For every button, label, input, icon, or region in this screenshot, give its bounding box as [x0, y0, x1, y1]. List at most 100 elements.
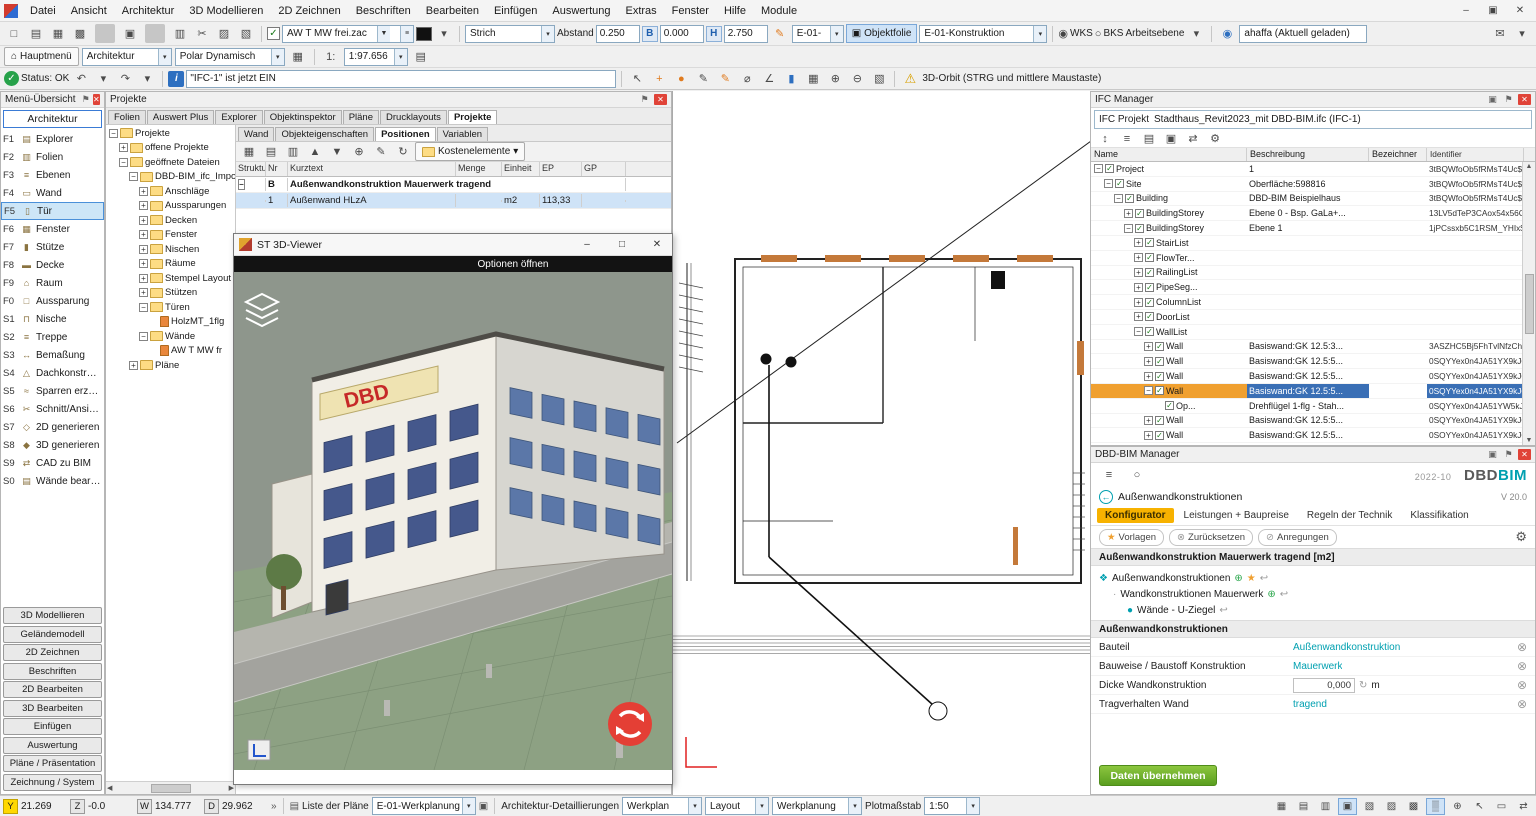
ifc-tree-row[interactable]: + ✓ ColumnList: [1091, 295, 1535, 310]
sidebar-item-fenster[interactable]: F6 ▦ Fenster: [1, 220, 104, 238]
sidebar-item-tuer[interactable]: F5 ▯ Tür: [1, 202, 104, 220]
tree-item[interactable]: + offene Projekte: [106, 141, 235, 156]
abstand-input[interactable]: 0.250: [596, 25, 640, 43]
copy-icon[interactable]: ▨: [214, 24, 234, 43]
column-header[interactable]: Bezeichner: [1369, 148, 1427, 161]
3d-scene[interactable]: DBD: [234, 272, 672, 770]
pin-icon[interactable]: ⚑: [1502, 449, 1515, 460]
refresh-icon[interactable]: ↻: [1359, 680, 1367, 691]
menu-3d-modellieren[interactable]: 3D Modellieren: [182, 3, 270, 19]
save-all-icon[interactable]: ▩: [70, 24, 90, 43]
tree-expand-icon[interactable]: +: [139, 288, 148, 297]
color-dropdown-icon[interactable]: ▾: [434, 24, 454, 43]
tree-filter-icon[interactable]: ▤: [1139, 129, 1159, 148]
page-icon[interactable]: ▤: [411, 47, 431, 66]
tree-item[interactable]: + Decken: [106, 213, 235, 228]
ifc-tree-row[interactable]: + ✓ Wall Basiswand:GK 12.5:5... 0SQYYex0…: [1091, 414, 1535, 429]
minimize-button[interactable]: –: [1454, 3, 1478, 19]
checkbox-icon[interactable]: ✓: [1145, 327, 1154, 336]
viewer-minimize-button[interactable]: –: [572, 234, 602, 255]
sidebar-item-bemassung[interactable]: S3 ↔ Bemaßung: [1, 346, 104, 364]
scroll-up-icon[interactable]: ▲: [1526, 163, 1533, 170]
remove-icon[interactable]: ⊗: [1517, 697, 1527, 711]
warning-icon[interactable]: ⚠: [900, 69, 920, 88]
tree-expand-icon[interactable]: +: [1144, 372, 1153, 381]
gear-icon[interactable]: ⚙: [1515, 529, 1527, 545]
snap-mode-combo[interactable]: Polar Dynamisch ▾: [175, 48, 285, 66]
add-icon[interactable]: ⊕: [1234, 573, 1242, 584]
arbeitsebene-dropdown-icon[interactable]: ▾: [1186, 24, 1206, 43]
raster-icon[interactable]: ▦: [1272, 798, 1291, 815]
mail-icon[interactable]: ✉: [1490, 24, 1510, 43]
ifc-tree-row[interactable]: + ✓ Wall Basiswand:GK 12.5:3... 3ASZHC5B…: [1091, 340, 1535, 355]
rows-icon[interactable]: ▨: [1382, 798, 1401, 815]
menu-fenster[interactable]: Fenster: [665, 3, 716, 19]
sidebar-item-dachkonstruktion[interactable]: S4 △ Dachkonstrukt...: [1, 364, 104, 382]
folie-combo[interactable]: E-01-Konstruktion ▾: [919, 25, 1047, 43]
sidebar-item-nische[interactable]: S1 ⊓ Nische: [1, 310, 104, 328]
category-beschriften[interactable]: Beschriften: [3, 663, 102, 680]
dropdown-icon[interactable]: ▼: [377, 26, 390, 42]
undo-dropdown-icon[interactable]: ▾: [93, 69, 113, 88]
tree-level-icon[interactable]: ≡: [1117, 129, 1137, 148]
menu-datei[interactable]: Datei: [23, 3, 63, 19]
tree-expand-icon[interactable]: −: [139, 303, 148, 312]
panel-close-icon[interactable]: ✕: [654, 94, 667, 105]
viewer-title-bar[interactable]: ST 3D-Viewer – □ ✕: [234, 234, 672, 256]
snap-point-icon[interactable]: ●: [671, 69, 691, 88]
pin-icon[interactable]: ⚑: [638, 94, 651, 105]
vorlagen-button[interactable]: ★ Vorlagen: [1099, 529, 1164, 546]
tab-projekte[interactable]: Projekte: [448, 110, 498, 124]
tree-expand-icon[interactable]: +: [1134, 298, 1143, 307]
tree-item[interactable]: + Nischen: [106, 242, 235, 257]
tree-expand-icon[interactable]: +: [139, 187, 148, 196]
viewer-maximize-button[interactable]: □: [607, 234, 637, 255]
checkbox-icon[interactable]: ✓: [1145, 312, 1154, 321]
tree-expand-icon[interactable]: +: [1144, 416, 1153, 425]
dropdown-icon[interactable]: ▾: [541, 26, 554, 42]
expand-all-icon[interactable]: ▦: [239, 142, 259, 161]
list-icon[interactable]: ≡: [400, 26, 413, 42]
tree-expand-icon[interactable]: −: [1104, 179, 1113, 188]
collapse-icon[interactable]: −: [238, 179, 245, 190]
drawing-canvas[interactable]: [672, 91, 1090, 795]
ifc-tree-row[interactable]: + ✓ Wall Basiswand:GK 12.5:5... 0SQYYex0…: [1091, 369, 1535, 384]
user-combo[interactable]: ahaffa (Aktuell geladen): [1239, 25, 1367, 43]
ifc-tree-row[interactable]: − ✓ Building DBD-BIM Beispielhaus 3tBQWf…: [1091, 192, 1535, 207]
draw-pencil-icon[interactable]: ✎: [693, 69, 713, 88]
sidebar-item-ebenen[interactable]: F3 ≡ Ebenen: [1, 166, 104, 184]
sidebar-item-stuetze[interactable]: F7 ▮ Stütze: [1, 238, 104, 256]
scrollbar-thumb[interactable]: [1525, 274, 1534, 334]
tree-expand-icon[interactable]: +: [139, 201, 148, 210]
position-item-row[interactable]: 1 Außenwand HLzA m2 113,33: [236, 193, 671, 209]
werkplan-combo[interactable]: Werkplan ▾: [622, 797, 702, 815]
search-icon[interactable]: ○: [1127, 466, 1147, 485]
redo-icon[interactable]: ↷: [115, 69, 135, 88]
dropdown-icon[interactable]: ▾: [271, 49, 284, 65]
frame2-icon[interactable]: ▭: [1492, 798, 1511, 815]
menu-einfuegen[interactable]: Einfügen: [487, 3, 544, 19]
architektur-mode-button[interactable]: Architektur: [3, 110, 102, 128]
config-tree-item[interactable]: ● Wände - U-Ziegel ↩: [1099, 602, 1527, 618]
ifc-tree-row[interactable]: − ✓ Wall Basiswand:GK 12.5:5... 0SQYYex0…: [1091, 384, 1535, 399]
menu-module[interactable]: Module: [754, 3, 804, 19]
config-tree-item[interactable]: ❖ Außenwandkonstruktionen ⊕ ★ ↩: [1099, 570, 1527, 586]
remove-icon[interactable]: ⊗: [1517, 640, 1527, 654]
new-file-icon[interactable]: □: [4, 24, 24, 43]
dropdown-icon[interactable]: ▾: [462, 798, 475, 814]
ifc-tree-row[interactable]: + ✓ Wall Basiswand:GK 12.5:5... 0SQYYex0…: [1091, 354, 1535, 369]
tree-item[interactable]: + Fenster: [106, 228, 235, 243]
sidebar-item-schnitt-ansicht[interactable]: S6 ✂ Schnitt/Ansicht: [1, 400, 104, 418]
wks-radio-icon[interactable]: ◉: [1058, 27, 1068, 40]
tree-expand-icon[interactable]: +: [119, 143, 128, 152]
sidebar-item-explorer[interactable]: F1 ▤ Explorer: [1, 130, 104, 148]
column-header[interactable]: Nr: [266, 162, 288, 176]
tab-objektinspektor[interactable]: Objektinspektor: [264, 110, 342, 124]
collapse-all-icon[interactable]: ▤: [261, 142, 281, 161]
popout-icon[interactable]: ▣: [1486, 449, 1499, 460]
tree-expand-icon[interactable]: +: [139, 274, 148, 283]
undo-icon[interactable]: ↩: [1260, 573, 1268, 584]
back-link[interactable]: Außenwandkonstruktionen: [1118, 491, 1242, 503]
tree-item[interactable]: + Stempel Layout: [106, 271, 235, 286]
redo-dropdown-icon[interactable]: ▾: [137, 69, 157, 88]
